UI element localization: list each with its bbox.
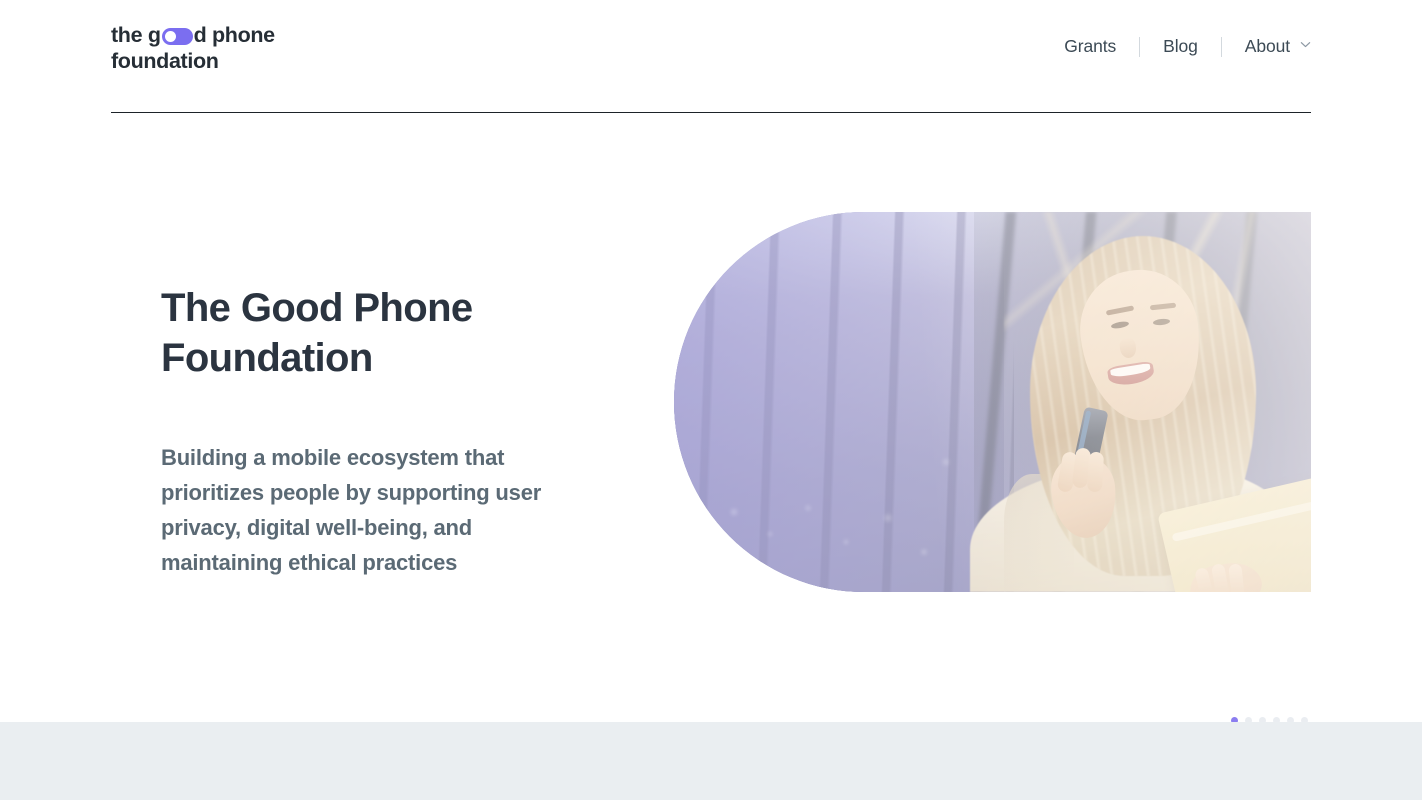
lower-section	[0, 722, 1422, 800]
logo-line-1: the g d phone	[111, 22, 311, 48]
site-header: the g d phone foundation Grants Blog Abo…	[0, 0, 1422, 113]
logo-text-before: the g	[111, 23, 161, 47]
hero-title: The Good Phone Foundation	[161, 286, 473, 380]
hero-text-block: The Good Phone Foundation Building a mob…	[161, 283, 591, 580]
nav-item-blog-label: Blog	[1163, 36, 1198, 56]
hero-carousel-image	[674, 212, 1311, 592]
nav-item-grants-label: Grants	[1064, 36, 1117, 56]
nav-item-about[interactable]: About	[1245, 36, 1311, 57]
hero-photo	[674, 212, 1311, 592]
main-navigation: Grants Blog About	[1064, 36, 1311, 57]
nav-separator	[1220, 36, 1222, 57]
site-logo[interactable]: the g d phone foundation	[111, 22, 311, 76]
nav-item-about-label: About	[1244, 36, 1290, 56]
logo-text-after: d phone	[193, 23, 276, 47]
toggle-switch-icon	[161, 27, 193, 45]
page-root: the g d phone foundation Grants Blog Abo…	[0, 0, 1422, 800]
chevron-down-icon	[1300, 39, 1311, 50]
nav-item-blog[interactable]: Blog	[1163, 36, 1198, 57]
photo-white-wash-overlay	[674, 212, 1311, 592]
nav-separator	[1139, 36, 1141, 57]
hero-subtitle: Building a mobile ecosystem that priorit…	[161, 445, 542, 575]
nav-item-grants[interactable]: Grants	[1064, 36, 1116, 57]
hero-section: The Good Phone Foundation Building a mob…	[0, 113, 1422, 724]
logo-line-2: foundation	[111, 49, 219, 73]
